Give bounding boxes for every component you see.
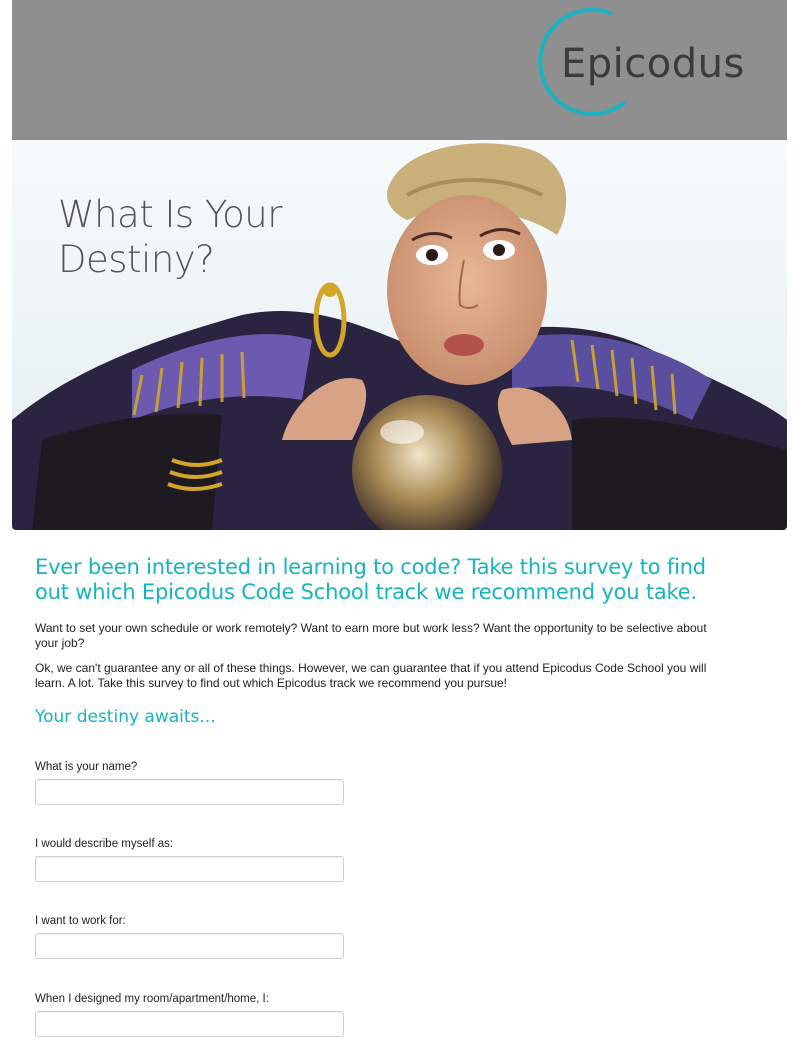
epicodus-logo[interactable]: Epicodus <box>512 6 762 124</box>
work-for-label: I want to work for: <box>35 915 126 927</box>
intro-paragraph-2: Ok, we can't guarantee any or all of the… <box>35 661 707 690</box>
room-design-label: When I designed my room/apartment/home, … <box>35 993 269 1005</box>
self-description-input[interactable] <box>35 856 344 882</box>
self-description-field-group: I would describe myself as: <box>35 837 355 882</box>
name-input[interactable] <box>35 779 344 805</box>
name-field-label: What is your name? <box>35 761 138 773</box>
hero-title-line2: Destiny? <box>58 238 215 281</box>
name-field-group: What is your name? <box>35 760 355 805</box>
lead-text: Ever been interested in learning to code… <box>35 555 706 604</box>
hero-banner: What Is Your Destiny? <box>12 140 787 530</box>
section-subhead: Your destiny awaits... <box>35 707 216 727</box>
site-header: Epicodus <box>12 0 787 140</box>
work-for-field-group: I want to work for: <box>35 914 355 959</box>
self-description-label: I would describe myself as: <box>35 838 174 850</box>
logo-text: Epicodus <box>561 41 745 87</box>
intro-section: Ever been interested in learning to code… <box>35 555 725 728</box>
intro-paragraph-1: Want to set your own schedule or work re… <box>35 621 707 650</box>
hero-title-line1: What Is Your <box>58 193 282 236</box>
room-design-field-group: When I designed my room/apartment/home, … <box>35 992 355 1037</box>
hero-title: What Is Your Destiny? <box>58 192 358 282</box>
work-for-input[interactable] <box>35 933 344 959</box>
room-design-input[interactable] <box>35 1011 344 1037</box>
